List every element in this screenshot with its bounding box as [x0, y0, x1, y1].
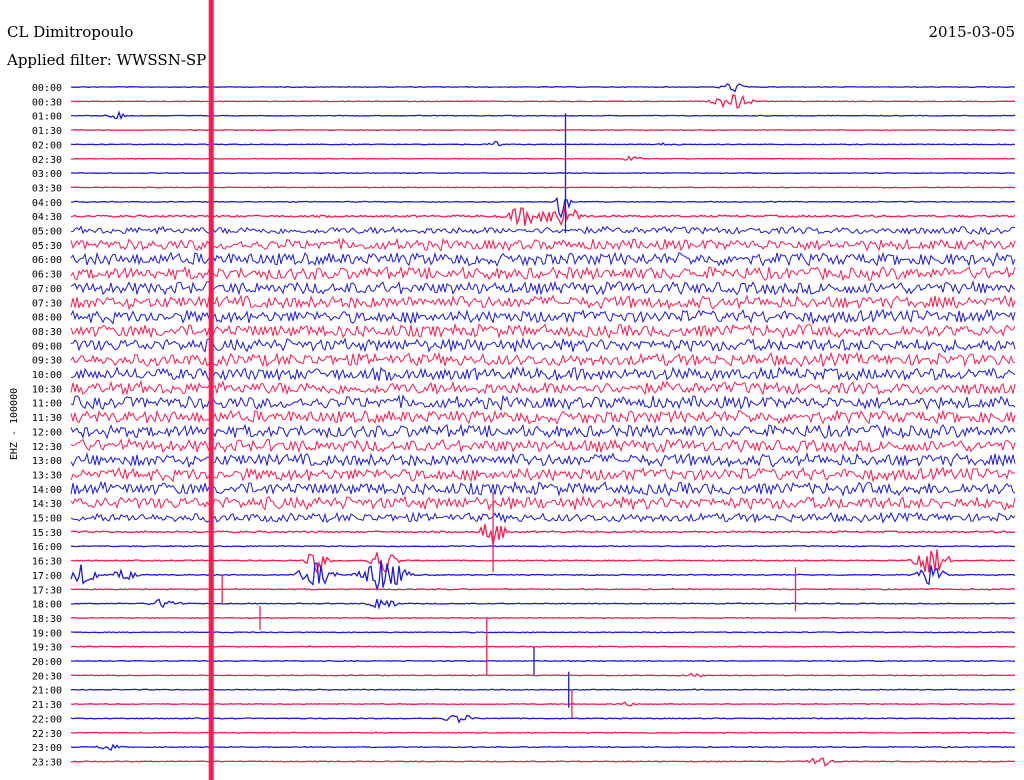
- filter-label: Applied filter: WWSSN-SP: [6, 51, 206, 69]
- time-label: 01:30: [32, 126, 62, 137]
- time-label: 12:00: [32, 427, 62, 438]
- helicorder-plot: CL Dimitropoulo 2015-03-05 Applied filte…: [0, 0, 1024, 780]
- time-label: 07:30: [32, 298, 62, 309]
- time-label: 02:30: [32, 155, 62, 166]
- time-label: 15:00: [32, 514, 62, 525]
- time-label: 17:30: [32, 585, 62, 596]
- time-label: 17:00: [32, 571, 62, 582]
- time-label: 21:30: [32, 700, 62, 711]
- time-label: 20:30: [32, 671, 62, 682]
- time-label: 09:30: [32, 356, 62, 367]
- time-label: 22:30: [32, 729, 62, 740]
- time-label: 11:30: [32, 413, 62, 424]
- time-label: 03:30: [32, 183, 62, 194]
- y-axis-label: EHZ - 100000: [9, 388, 20, 460]
- time-label: 05:00: [32, 227, 62, 238]
- time-label: 21:00: [32, 686, 62, 697]
- time-label: 15:30: [32, 528, 62, 539]
- time-label: 13:30: [32, 470, 62, 481]
- time-label: 00:00: [32, 83, 62, 94]
- time-label: 07:00: [32, 284, 62, 295]
- time-label: 14:00: [32, 485, 62, 496]
- time-label: 06:00: [32, 255, 62, 266]
- time-label: 18:00: [32, 600, 62, 611]
- time-label: 10:00: [32, 370, 62, 381]
- time-label: 23:30: [32, 757, 62, 768]
- time-label: 16:00: [32, 542, 62, 553]
- time-label: 00:30: [32, 97, 62, 108]
- time-label: 10:30: [32, 384, 62, 395]
- time-label: 12:30: [32, 442, 62, 453]
- date-title: 2015-03-05: [929, 23, 1015, 41]
- time-label: 13:00: [32, 456, 62, 467]
- time-label: 06:30: [32, 270, 62, 281]
- time-label: 19:30: [32, 643, 62, 654]
- time-label: 14:30: [32, 499, 62, 510]
- time-label: 19:00: [32, 628, 62, 639]
- time-label: 20:00: [32, 657, 62, 668]
- time-label: 18:30: [32, 614, 62, 625]
- time-label: 03:00: [32, 169, 62, 180]
- time-label: 04:30: [32, 212, 62, 223]
- time-label: 04:00: [32, 198, 62, 209]
- time-label: 01:00: [32, 112, 62, 123]
- time-label: 05:30: [32, 241, 62, 252]
- time-label: 02:00: [32, 140, 62, 151]
- time-label: 08:30: [32, 327, 62, 338]
- time-label: 08:00: [32, 313, 62, 324]
- time-label: 23:00: [32, 743, 62, 754]
- time-label: 16:30: [32, 557, 62, 568]
- time-label: 11:00: [32, 399, 62, 410]
- time-label: 09:00: [32, 341, 62, 352]
- station-title: CL Dimitropoulo: [7, 23, 133, 41]
- time-marker-line: [208, 0, 214, 780]
- time-label: 22:00: [32, 714, 62, 725]
